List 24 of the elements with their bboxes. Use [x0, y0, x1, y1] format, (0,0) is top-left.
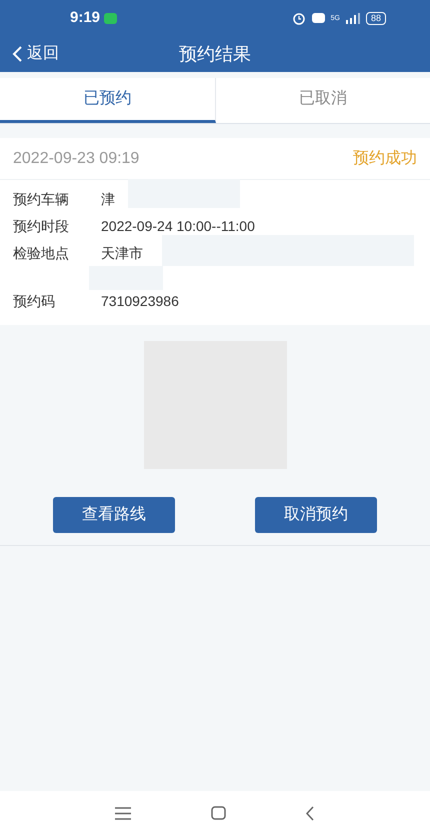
chevron-left-icon — [12, 45, 23, 63]
action-button[interactable]: 取消预约 — [255, 497, 377, 533]
field-label: 预约车辆 — [13, 190, 70, 209]
field-value: 天津市 — [101, 244, 143, 263]
status-label: 预约成功 — [353, 148, 417, 168]
alarm-icon — [292, 11, 306, 25]
created-time: 2022-09-23 09:19 — [13, 148, 140, 168]
field-value: 津 — [101, 190, 115, 209]
clock-time: 9:19 — [70, 8, 100, 28]
action-button[interactable]: 查看路线 — [53, 497, 175, 533]
signal-icon — [346, 12, 360, 24]
field-label: 预约时段 — [13, 217, 70, 236]
back-icon[interactable] — [306, 806, 315, 820]
battery-icon: 88 — [366, 12, 386, 24]
back-button[interactable]: 返回 — [12, 42, 59, 66]
field-value: 7310923986 — [101, 292, 179, 311]
page-title: 预约结果 — [179, 42, 251, 66]
tab[interactable]: 已取消 — [216, 78, 430, 123]
field-label: 检验地点 — [13, 244, 70, 263]
menu-icon[interactable] — [115, 806, 131, 820]
field-label: 预约码 — [13, 292, 56, 311]
tab[interactable]: 已预约 — [0, 78, 216, 123]
home-icon[interactable] — [211, 806, 226, 820]
field-value: 2022-09-24 10:00--11:00 — [101, 217, 255, 236]
